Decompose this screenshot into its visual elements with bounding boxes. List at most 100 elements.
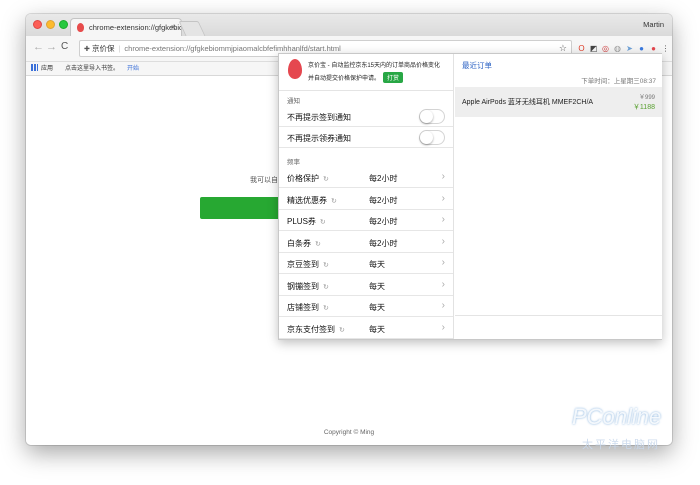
task-frequency: 每天 [369, 303, 385, 312]
task-row[interactable]: 价格保护 ↻ 每2小时 › [279, 167, 453, 188]
coupon-notify-toggle[interactable] [419, 130, 445, 145]
task-name: PLUS券 [287, 217, 316, 226]
chevron-right-icon: › [441, 235, 445, 247]
refresh-icon[interactable]: ↻ [323, 176, 329, 183]
chevron-right-icon: › [441, 300, 445, 311]
start-import-link[interactable]: 开始 [127, 66, 139, 72]
orders-panel: 最近订单 下单时间：上星期三08:37 Apple AirPods 蓝牙无线耳机… [455, 54, 662, 339]
popup-header: 京价宝 - 自动监控京东15天内的订单商品价格变化 并自动提交价格保护申请。 打赏 [279, 54, 453, 91]
task-row[interactable]: 白条券 ↻ 每2小时 › [279, 231, 453, 253]
page-hint-text: 我可以自 [250, 177, 278, 184]
task-frequency: 每天 [369, 324, 385, 334]
refresh-icon[interactable]: ↻ [315, 241, 321, 248]
task-label: 精选优惠券 ↻ [287, 195, 337, 206]
header-description-line2-text: 并自动提交价格保护申请。 [308, 76, 381, 82]
forward-button[interactable]: → [46, 41, 57, 53]
notify-section-title: 通知 [287, 98, 300, 105]
tab-favicon-icon [77, 23, 84, 32]
task-name: 精选优惠券 [287, 195, 327, 205]
url-separator: | [118, 44, 121, 53]
task-row[interactable]: PLUS券 ↻ 每2小时 › [279, 210, 453, 231]
task-frequency: 每天 [369, 281, 385, 291]
chevron-right-icon: › [441, 171, 445, 182]
task-frequency: 每天 [369, 260, 385, 269]
header-description-line1: 京价宝 - 自动监控京东15天内的订单商品价格变化 [308, 63, 441, 69]
task-label: 京东支付签到 ↻ [287, 324, 345, 335]
extension-puzzle-icon: ✚ [84, 46, 90, 53]
task-label: 钢镚签到 ↻ [287, 281, 329, 292]
order-product-name: Apple AirPods 蓝牙无线耳机 MMEF2CH/A [462, 99, 594, 106]
chevron-right-icon: › [441, 321, 445, 333]
refresh-icon[interactable]: ↻ [320, 219, 326, 226]
zoom-window-button[interactable] [59, 20, 68, 29]
task-label: 价格保护 ↻ [287, 173, 329, 184]
task-frequency: 每2小时 [369, 217, 398, 226]
jjb-logo-icon [288, 59, 302, 79]
order-price: ￥1188 [632, 104, 655, 111]
task-label: PLUS券 ↻ [287, 216, 326, 227]
orders-divider [455, 315, 662, 316]
task-name: 价格保护 [287, 174, 319, 183]
refresh-icon[interactable]: ↻ [323, 262, 329, 269]
import-bookmarks-hint: 点击这里导入书签。 [65, 66, 120, 72]
chevron-right-icon: › [441, 278, 445, 290]
task-row[interactable]: 精选优惠券 ↻ 每2小时 › [279, 188, 453, 210]
profile-name[interactable]: Martin [643, 20, 664, 29]
task-row[interactable]: 店铺签到 ↻ 每天 › [279, 296, 453, 317]
task-label: 京豆签到 ↻ [287, 259, 329, 270]
task-label: 店铺签到 ↻ [287, 302, 329, 313]
extension-popup: 京价宝 - 自动监控京东15天内的订单商品价格变化 并自动提交价格保护申请。 打赏… [278, 53, 662, 340]
task-row[interactable]: 京东支付签到 ↻ 每天 › [279, 317, 453, 339]
tab-close-icon[interactable]: × [171, 22, 176, 32]
task-row[interactable]: 钢镚签到 ↻ 每天 › [279, 274, 453, 296]
copyright-text: Copyright © Ming [323, 429, 375, 436]
chevron-right-icon: › [441, 214, 445, 225]
refresh-icon[interactable]: ↻ [323, 305, 329, 312]
settings-panel: 京价宝 - 自动监控京东15天内的订单商品价格变化 并自动提交价格保护申请。 打赏… [279, 54, 454, 339]
signin-notify-toggle[interactable] [419, 109, 445, 124]
close-window-button[interactable] [33, 20, 42, 29]
task-label: 白条券 ↻ [287, 238, 321, 249]
refresh-icon[interactable]: ↻ [331, 198, 337, 205]
back-button[interactable]: ← [33, 41, 44, 53]
reload-button[interactable]: C [61, 41, 68, 52]
apps-grid-icon [31, 64, 38, 71]
recent-orders-link[interactable]: 最近订单 [462, 60, 492, 71]
apps-link[interactable]: 应用 [41, 66, 53, 72]
order-time-line: 下单时间：上星期三08:37 [581, 75, 656, 85]
watermark-subtitle: 太平洋电脑网 [582, 439, 660, 451]
task-name: 白条券 [287, 238, 311, 248]
toggle-row-coupon[interactable]: 不再提示领券通知 [279, 127, 453, 148]
refresh-icon[interactable]: ↻ [323, 284, 329, 291]
order-time-label: 下单时间： [581, 78, 614, 85]
toggle-label: 不再提示领券通知 [287, 134, 351, 143]
task-frequency: 每2小时 [369, 174, 398, 183]
task-name: 京东支付签到 [287, 324, 335, 334]
task-name: 店铺签到 [287, 303, 319, 312]
task-frequency: 每2小时 [369, 195, 398, 205]
toggle-knob [420, 131, 433, 144]
rate-button[interactable]: 打赏 [383, 72, 404, 83]
watermark-logo: PConline [572, 404, 662, 429]
order-item[interactable]: Apple AirPods 蓝牙无线耳机 MMEF2CH/A ￥999 ￥118… [455, 87, 662, 117]
header-description-line2: 并自动提交价格保护申请。 打赏 [308, 72, 404, 83]
task-name: 京豆签到 [287, 260, 319, 269]
toggle-label: 不再提示签到通知 [287, 113, 351, 122]
order-original-price: ￥999 [638, 95, 655, 101]
minimize-window-button[interactable] [46, 20, 55, 29]
url-text: chrome-extension://gfgkebiommjpiaomalcbf… [124, 44, 341, 53]
task-name: 钢镚签到 [287, 281, 319, 291]
chevron-right-icon: › [441, 257, 445, 268]
task-row[interactable]: 京豆签到 ↻ 每天 › [279, 253, 453, 274]
toggle-row-signin[interactable]: 不再提示签到通知 [279, 106, 453, 127]
frequency-section-title: 频率 [287, 159, 300, 166]
refresh-icon[interactable]: ↻ [339, 327, 345, 334]
browser-tab[interactable]: chrome-extension://gfgkebiom × [70, 18, 182, 36]
toggle-knob [420, 110, 433, 123]
tab-title: chrome-extension://gfgkebiom [89, 23, 182, 32]
screenshot-stage: chrome-extension://gfgkebiom × Martin ← … [0, 0, 700, 485]
title-bar: chrome-extension://gfgkebiom × Martin [26, 14, 672, 36]
task-frequency: 每2小时 [369, 238, 398, 248]
order-time-value: 上星期三08:37 [613, 78, 656, 85]
new-tab-button[interactable] [178, 21, 206, 36]
